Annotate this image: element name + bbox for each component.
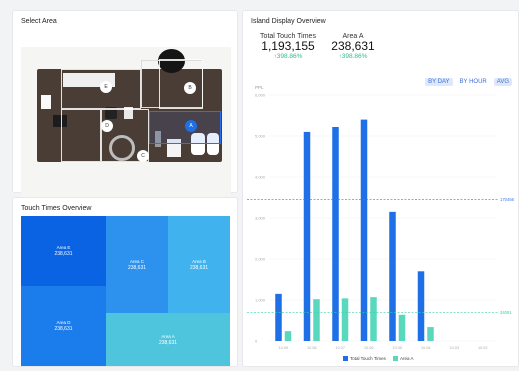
legend-swatch-total: [343, 356, 348, 362]
treemap-cell-value: 238,631: [127, 264, 147, 271]
floor-plan: E B D A C: [21, 47, 231, 197]
chart-legend: Total Touch Times Area A: [343, 356, 414, 362]
area-a-change: ↑398.86%: [338, 53, 368, 60]
zone-d[interactable]: [61, 109, 101, 162]
area-marker-c[interactable]: C: [137, 150, 149, 162]
treemap-cell-area-e[interactable]: Area E 238,631: [21, 216, 106, 286]
x-tick-label: 10.06: [364, 346, 374, 350]
treemap-cell-value: 238,631: [54, 326, 73, 332]
legend-swatch-area-a: [392, 356, 398, 362]
treemap-cell-area-c[interactable]: Area C 238,631: [106, 216, 168, 313]
legend-item-area-a[interactable]: Area A: [392, 356, 414, 362]
bar-total-touch-times: [360, 119, 368, 341]
bar-total-touch-times: [275, 293, 282, 341]
area-a-value: 238,631: [331, 39, 375, 53]
total-touch-value: 1,193,155: [261, 39, 315, 53]
x-tick-label: 10.02: [478, 346, 488, 350]
bar-total-touch-times: [303, 131, 311, 341]
legend-label-area-a: Area A: [399, 356, 414, 361]
reference-line-label: 34091: [500, 310, 512, 315]
reference-line-label: 170456: [500, 197, 515, 202]
island-display-title: Island Display Overview: [251, 18, 326, 25]
x-tick-label: 10.07: [335, 346, 345, 350]
y-tick-label: 0: [255, 339, 258, 344]
y-tick-label: 3,000: [255, 216, 266, 221]
area-marker-e[interactable]: E: [100, 81, 112, 93]
select-area-title: Select Area: [21, 18, 57, 25]
touch-times-bar-chart: PPL 0 1,000 2,000 3,000 4,000 5,000 6,000 10.09 1…: [247, 85, 515, 350]
y-tick-label: 6,000: [255, 93, 266, 98]
area-a-stat: Area A 238,631 ↑398.86%: [327, 33, 379, 60]
treemap-cell-label: Area E: [56, 245, 71, 250]
treemap-cell-label: Area A: [161, 333, 175, 339]
y-axis-label: PPL: [255, 85, 264, 90]
bar-area-a: [398, 314, 406, 341]
total-touch-change: ↑398.86%: [273, 53, 303, 60]
treemap-cell-area-d[interactable]: Area D 238,631: [21, 286, 106, 366]
total-touch-stat: Total Touch Times 1,193,155 ↑398.86%: [257, 33, 319, 60]
treemap-cell-label: Area D: [56, 320, 71, 325]
product-box: [41, 95, 51, 109]
touch-times-title: Touch Times Overview: [21, 205, 92, 212]
bar-area-a: [427, 327, 434, 341]
x-tick-label: 10.09: [278, 346, 288, 350]
bar-total-touch-times: [417, 271, 425, 341]
island-display-panel: Island Display Overview Total Touch Time…: [242, 10, 519, 367]
bar-area-a: [370, 297, 377, 341]
treemap-cell-area-b[interactable]: Area B 238,631: [168, 216, 230, 313]
bar-area-a: [313, 299, 320, 341]
x-tick-label: 10.08: [307, 346, 317, 350]
area-treemap: Area E 238,631 Area C 238,631 Area B 238,63…: [21, 216, 230, 366]
y-tick-label: 1,000: [255, 298, 266, 303]
y-tick-label: 2,000: [255, 257, 266, 262]
select-area-panel: Select Area E B D A C: [12, 10, 238, 197]
treemap-cell-label: Area C: [129, 258, 144, 264]
treemap-cell-value: 238,631: [189, 264, 209, 271]
bar-total-touch-times: [389, 211, 396, 341]
x-tick-label: 10.03: [449, 346, 459, 350]
y-tick-label: 4,000: [255, 175, 266, 180]
x-tick-label: 10.04: [421, 346, 431, 350]
y-tick-label: 5,000: [255, 134, 266, 139]
treemap-cell-value: 238,631: [54, 251, 73, 257]
treemap-cell-label: Area B: [192, 258, 206, 264]
legend-label-total: Total Touch Times: [350, 356, 386, 361]
treemap-cell-value: 238,631: [158, 339, 178, 346]
area-marker-d[interactable]: D: [101, 120, 113, 132]
legend-item-total[interactable]: Total Touch Times: [343, 356, 386, 362]
bar-area-a: [284, 331, 292, 341]
zone-b[interactable]: [159, 59, 203, 109]
treemap-cell-area-a[interactable]: Area A 238,631: [106, 313, 230, 366]
bar-total-touch-times: [332, 126, 339, 341]
area-marker-a[interactable]: A: [185, 120, 197, 132]
x-tick-label: 10.05: [392, 346, 402, 350]
touch-times-panel: Touch Times Overview Area E 238,631 Area …: [12, 197, 238, 367]
area-marker-b[interactable]: B: [184, 82, 196, 94]
bar-area-a: [341, 298, 349, 341]
